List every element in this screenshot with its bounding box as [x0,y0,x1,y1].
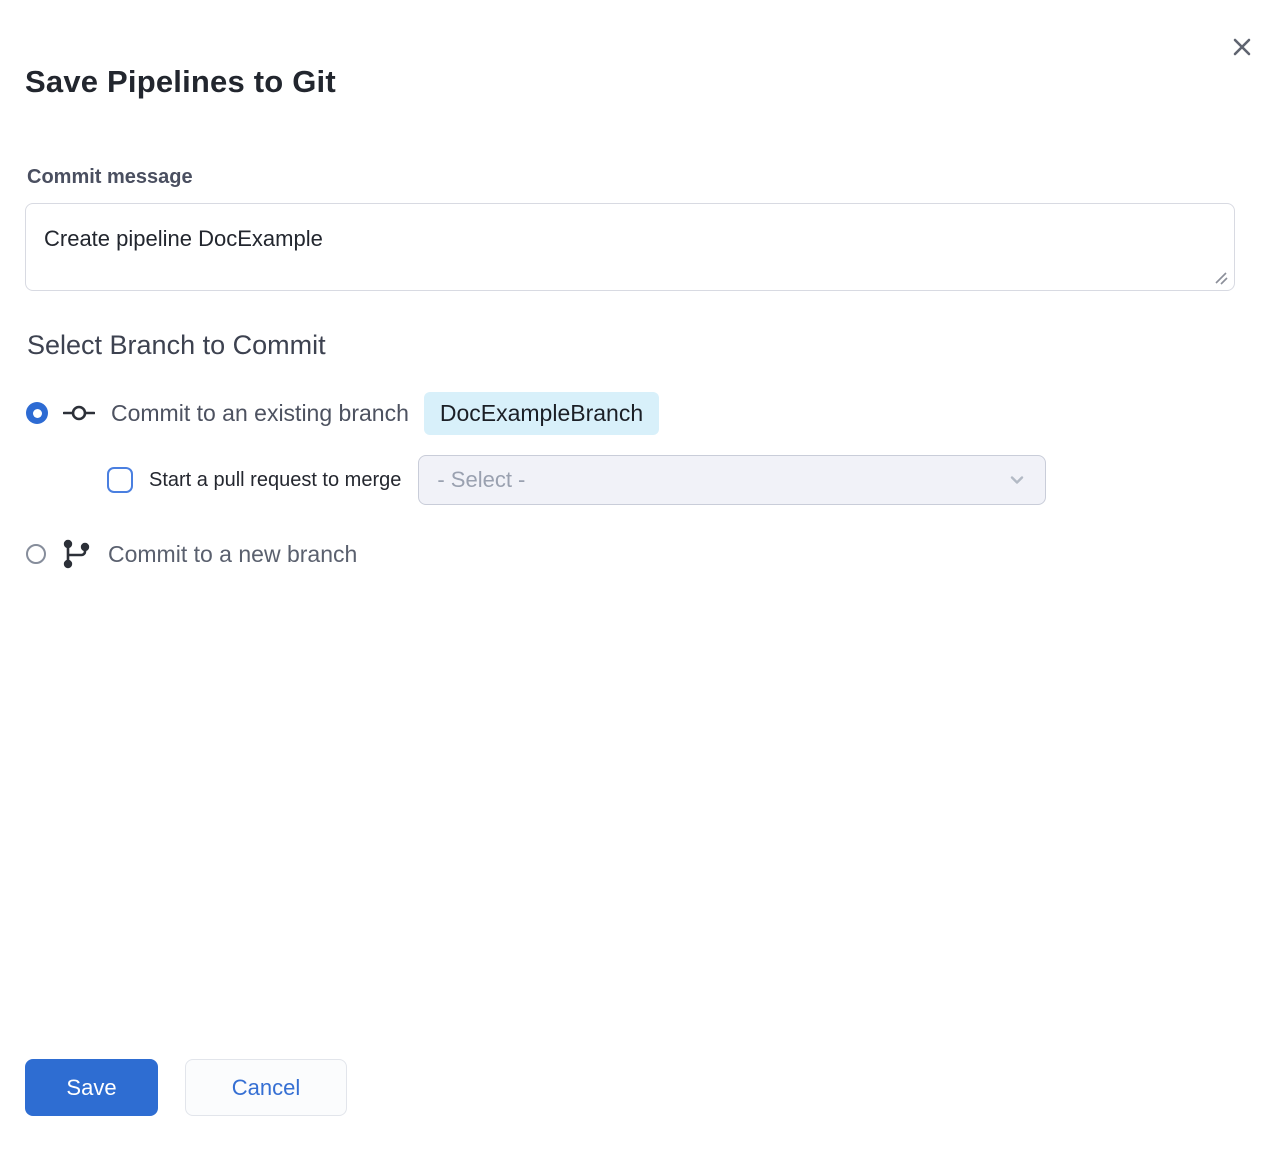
existing-branch-label: Commit to an existing branch [111,400,409,427]
commit-message-label: Commit message [27,166,193,189]
branch-name-chip[interactable]: DocExampleBranch [424,392,659,435]
target-branch-select-value: - Select - [437,467,1007,493]
resize-handle-icon[interactable] [1213,270,1229,286]
branch-section-heading: Select Branch to Commit [27,330,326,361]
chevron-down-icon [1007,470,1027,490]
git-branch-icon [62,538,92,570]
dialog-footer: Save Cancel [25,1059,347,1116]
close-button[interactable] [1229,34,1255,60]
pull-request-row[interactable]: Start a pull request to merge - Select - [107,455,1046,505]
dialog-title: Save Pipelines to Git [25,64,336,100]
pull-request-checkbox[interactable] [107,467,133,493]
existing-branch-radio[interactable] [26,402,48,424]
new-branch-label: Commit to a new branch [108,541,357,568]
git-commit-icon [63,404,95,422]
existing-branch-option-row[interactable]: Commit to an existing branch DocExampleB… [26,391,659,435]
cancel-button[interactable]: Cancel [185,1059,347,1116]
pull-request-label: Start a pull request to merge [149,469,401,492]
target-branch-select[interactable]: - Select - [418,455,1046,505]
close-icon [1230,35,1254,59]
save-button[interactable]: Save [25,1059,158,1116]
new-branch-option-row[interactable]: Commit to a new branch [26,536,357,572]
new-branch-radio[interactable] [26,544,46,564]
commit-message-input[interactable]: Create pipeline DocExample [25,203,1235,291]
